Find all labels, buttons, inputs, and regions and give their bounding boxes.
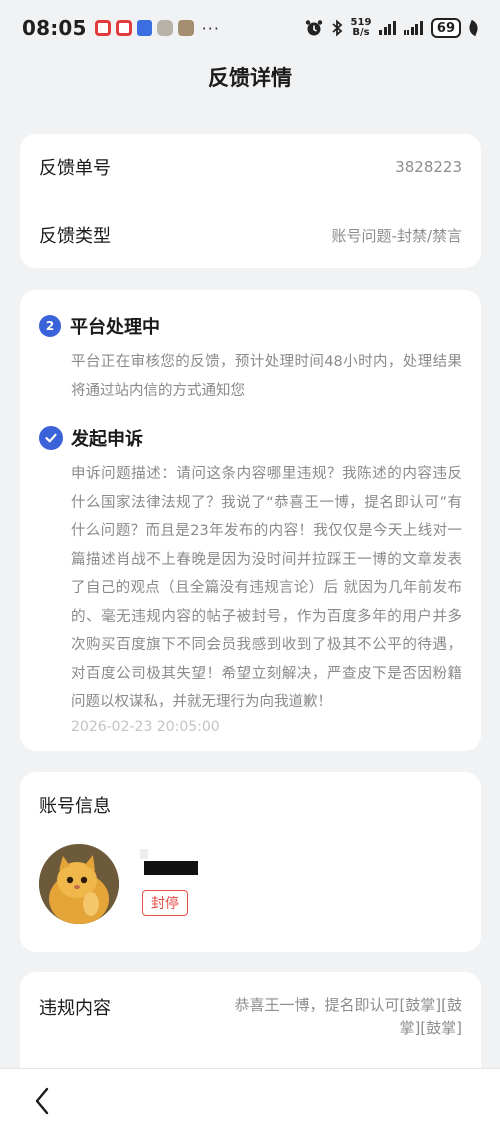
feedback-type-value: 账号问题-封禁/禁言 xyxy=(331,226,462,245)
timeline-step-appeal: 发起申诉 申诉问题描述：请问这条内容哪里违规？我陈述的内容违反什么国家法律法规了… xyxy=(39,425,462,735)
feedback-id-value: 3828223 xyxy=(395,158,462,176)
section-title: 账号信息 xyxy=(39,796,111,817)
username-redacted xyxy=(140,849,198,875)
avatar xyxy=(39,844,119,924)
feedback-type-row: 反馈类型 账号问题-封禁/禁言 xyxy=(39,222,462,248)
signal-icon xyxy=(379,21,396,35)
account-info-card: 账号信息 封停 xyxy=(20,772,481,952)
step-description: 平台正在审核您的反馈，预计处理时间48小时内，处理结果将通过站内信的方式通知您 xyxy=(71,354,462,399)
app-blue-icon xyxy=(136,20,152,36)
timeline-step-processing: 2 平台处理中 平台正在审核您的反馈，预计处理时间48小时内，处理结果将通过站内… xyxy=(39,313,462,405)
violation-content-value: 恭喜王一博，提名即认可[鼓掌][鼓掌][鼓掌] xyxy=(234,996,462,1037)
clock: 08:05 xyxy=(22,16,87,40)
app-tan-icon xyxy=(177,20,194,36)
check-circle-icon xyxy=(39,426,63,450)
step-title: 平台处理中 xyxy=(70,317,160,338)
signal-icon xyxy=(403,21,423,35)
back-button[interactable] xyxy=(24,1083,60,1119)
feedback-id-label: 反馈单号 xyxy=(39,158,111,179)
feedback-type-label: 反馈类型 xyxy=(39,226,111,247)
network-speed: 519 B/s xyxy=(350,17,372,38)
page-title: 反馈详情 xyxy=(208,66,292,90)
feedback-id-row: 反馈单号 3828223 xyxy=(39,154,462,180)
account-status-badge: 封停 xyxy=(142,890,188,916)
chevron-left-icon xyxy=(35,1087,49,1115)
app-gray-icon xyxy=(156,20,173,36)
bluetooth-icon xyxy=(331,19,342,37)
battery-icon: 69 xyxy=(430,18,461,38)
power-saving-icon xyxy=(466,19,481,37)
feedback-detail-screen: 08:05 ··· 519 B/s 69 反馈详情 反馈单号 3828223 反… xyxy=(0,0,500,1130)
progress-timeline-card: 2 平台处理中 平台正在审核您的反馈，预计处理时间48小时内，处理结果将通过站内… xyxy=(20,290,481,751)
bottom-navigation xyxy=(0,1068,500,1130)
header: 反馈详情 xyxy=(0,62,500,92)
more-notifications-icon: ··· xyxy=(201,18,220,38)
notification-icons: ··· xyxy=(94,18,220,38)
step-title: 发起申诉 xyxy=(71,429,143,450)
status-bar: 08:05 ··· 519 B/s 69 xyxy=(0,0,500,56)
appeal-description: 申诉问题描述：请问这条内容哪里违规？我陈述的内容违反什么国家法律法规了？我说了“… xyxy=(71,466,462,710)
app-red-icon xyxy=(115,20,132,36)
system-icons: 519 B/s 69 xyxy=(305,17,481,38)
violation-label: 违规内容 xyxy=(39,998,111,1019)
app-red-icon xyxy=(94,20,111,36)
step-number-badge: 2 xyxy=(39,315,61,337)
feedback-info-card: 反馈单号 3828223 反馈类型 账号问题-封禁/禁言 xyxy=(20,134,481,268)
appeal-timestamp: 2026-02-23 20:05:00 xyxy=(71,718,220,735)
alarm-icon xyxy=(305,20,322,36)
